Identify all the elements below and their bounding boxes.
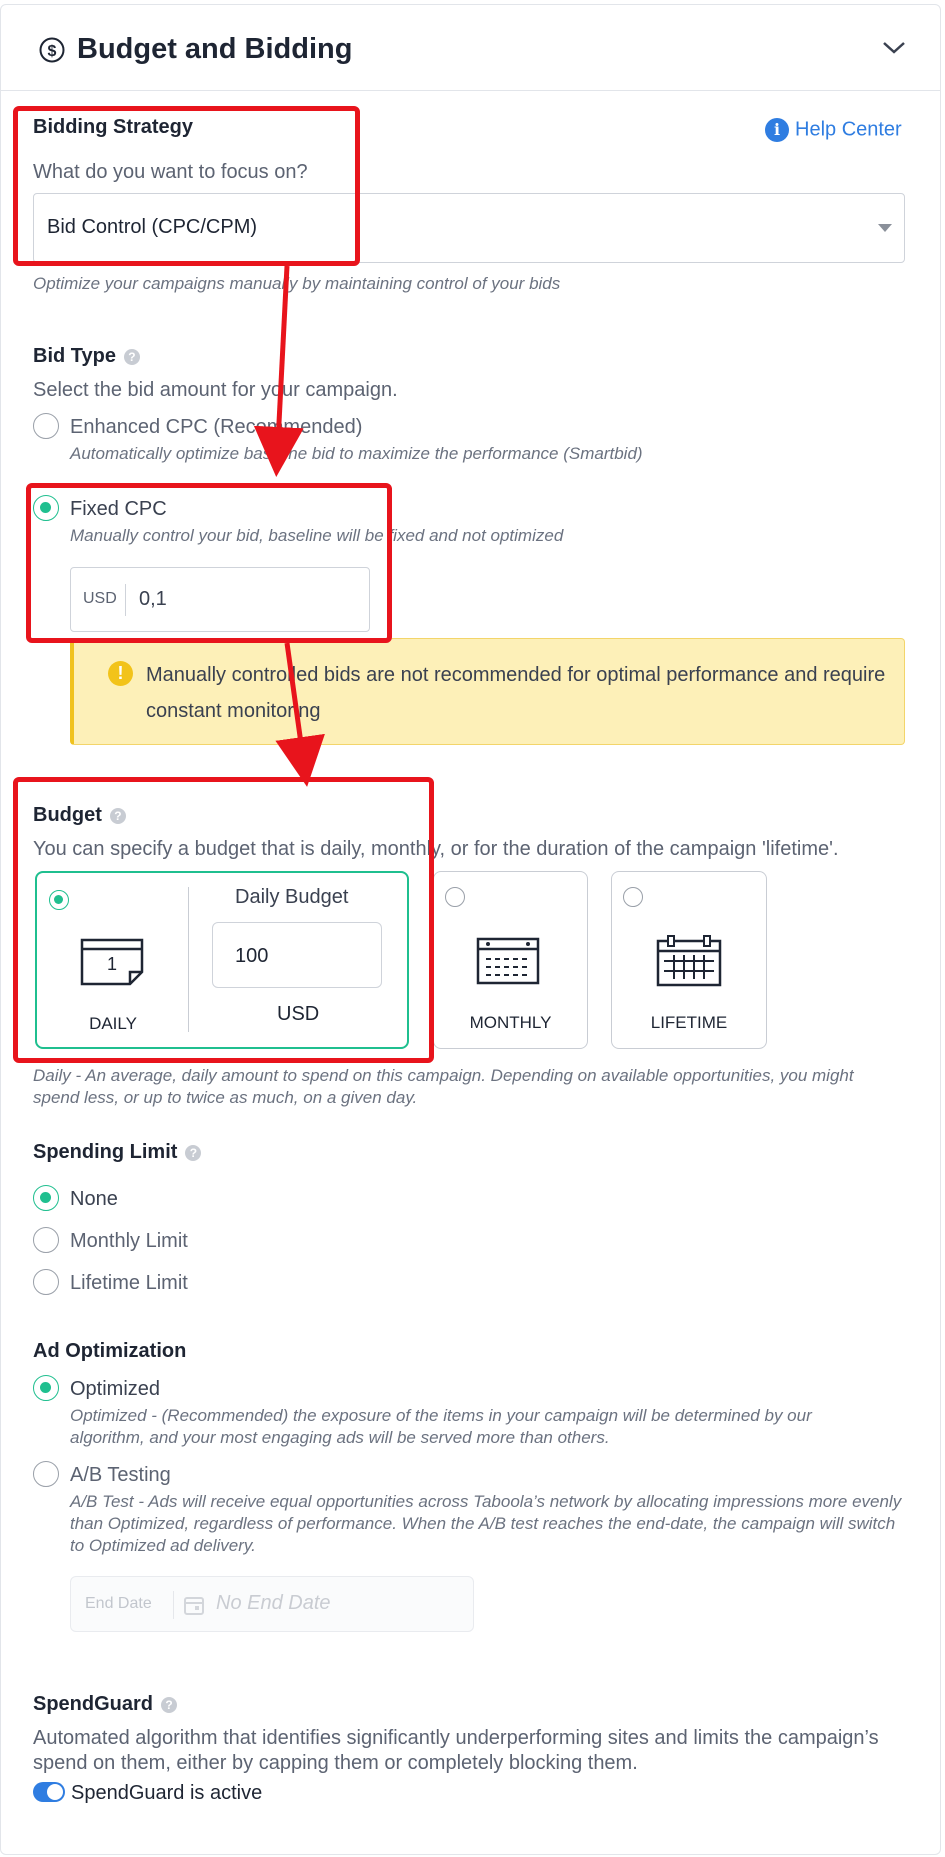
annotation-arrows — [253, 265, 325, 787]
arrow-2 — [275, 642, 325, 787]
arrow-1 — [253, 265, 304, 477]
